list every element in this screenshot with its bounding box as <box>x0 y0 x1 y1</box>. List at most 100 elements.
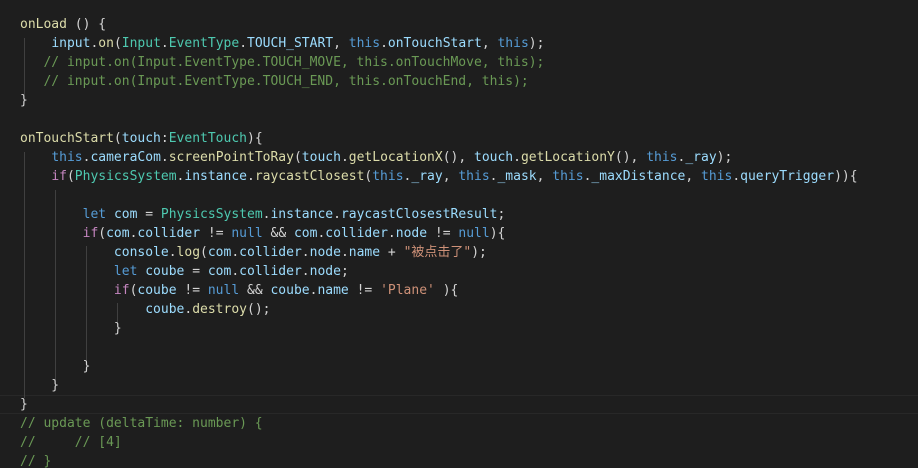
code-token: this <box>646 150 678 165</box>
code-token: . <box>340 150 349 165</box>
code-token: } <box>20 321 122 336</box>
code-token: != <box>348 283 381 298</box>
code-token: instance <box>270 207 334 222</box>
code-token: coube <box>145 302 185 317</box>
code-token: com <box>207 245 232 260</box>
code-line: this.cameraCom.screenPointToRay(touch.ge… <box>20 148 732 167</box>
code-token: . <box>231 245 240 260</box>
code-token: . <box>168 245 177 260</box>
code-token: . <box>513 150 521 165</box>
code-token: // } <box>20 454 52 468</box>
code-token: (), <box>614 150 647 165</box>
code-token: com <box>207 264 232 279</box>
code-line: } <box>20 91 28 110</box>
code-token: . <box>160 36 169 51</box>
code-token: null <box>207 283 240 298</box>
code-token: onTouchStart <box>387 36 482 51</box>
code-token: null <box>231 226 263 241</box>
current-line-highlight <box>0 395 918 414</box>
code-token: collider <box>239 264 302 279</box>
code-editor[interactable]: onLoad () { input.on(Input.EventType.TOU… <box>0 0 918 468</box>
code-token: (); <box>247 302 271 317</box>
code-token: . <box>247 169 255 184</box>
code-token: raycastClosest <box>254 169 365 184</box>
code-token: . <box>387 226 396 241</box>
code-token: on <box>98 36 114 51</box>
code-token: "被点击了" <box>403 245 472 260</box>
code-token: _maxDistance <box>591 169 686 184</box>
code-token: ( <box>113 36 122 51</box>
code-token: let <box>113 264 138 279</box>
code-line: coube.destroy(); <box>20 300 270 319</box>
code-token: + <box>380 245 404 260</box>
code-token: null <box>458 226 490 241</box>
code-line: // // [4] <box>20 433 122 452</box>
code-token: this <box>552 169 584 184</box>
code-token: Input <box>121 36 161 51</box>
code-token: node <box>395 226 428 241</box>
code-token: name <box>317 283 349 298</box>
code-token: ){ <box>434 283 459 298</box>
code-token: input <box>51 36 91 51</box>
code-token: console <box>113 245 169 260</box>
code-token: 'Plane' <box>380 283 435 298</box>
code-token: . <box>231 264 240 279</box>
code-token: ); <box>716 150 733 165</box>
code-token: collider <box>239 245 302 260</box>
code-line: // update (deltaTime: number) { <box>20 414 263 433</box>
code-line: } <box>20 395 28 414</box>
code-token: ){ <box>489 226 506 241</box>
code-token: TOUCH_START <box>247 36 334 51</box>
code-token: queryTrigger <box>740 169 835 184</box>
code-token: this <box>497 36 529 51</box>
code-token: com <box>293 226 318 241</box>
code-token: && <box>239 283 271 298</box>
code-token: . <box>301 264 310 279</box>
code-token: } <box>20 359 91 374</box>
code-token: _ray <box>685 150 717 165</box>
code-token: EventTouch <box>168 131 247 146</box>
code-token: , <box>442 169 459 184</box>
code-token: raycastClosestResult <box>340 207 498 222</box>
code-token: onLoad <box>20 17 67 32</box>
code-line: if(PhysicsSystem.instance.raycastClosest… <box>20 167 858 186</box>
code-token: } <box>20 378 60 393</box>
code-token: ( <box>66 169 75 184</box>
code-token: ; <box>497 207 506 222</box>
code-token: collider <box>137 226 201 241</box>
code-token: , <box>333 36 349 51</box>
code-token: node <box>309 245 341 260</box>
code-token: )){ <box>834 169 858 184</box>
code-token: this <box>51 150 83 165</box>
code-token: collider <box>325 226 388 241</box>
code-token: if <box>51 169 67 184</box>
code-line: // input.on(Input.EventType.TOUCH_END, t… <box>20 72 528 91</box>
code-token: this <box>701 169 733 184</box>
code-token: if <box>113 283 130 298</box>
code-token: this <box>458 169 490 184</box>
code-token: _mask <box>497 169 537 184</box>
code-line: let com = PhysicsSystem.instance.raycast… <box>20 205 506 224</box>
code-token: != <box>200 226 232 241</box>
code-token: onTouchStart <box>20 131 114 146</box>
code-token: . <box>333 207 341 222</box>
code-line: } <box>20 357 91 376</box>
code-token: touch <box>301 150 341 165</box>
code-token: cameraCom <box>90 150 161 165</box>
code-token: . <box>301 245 310 260</box>
code-token: = <box>184 264 208 279</box>
code-token: != <box>176 283 208 298</box>
code-token: // update (deltaTime: number) { <box>20 416 263 431</box>
code-token: , <box>685 169 701 184</box>
code-token: coube <box>145 264 185 279</box>
code-token: && <box>262 226 294 241</box>
code-line: onTouchStart(touch:EventTouch){ <box>20 129 263 148</box>
code-token: } <box>20 93 28 108</box>
code-token: PhysicsSystem <box>74 169 177 184</box>
